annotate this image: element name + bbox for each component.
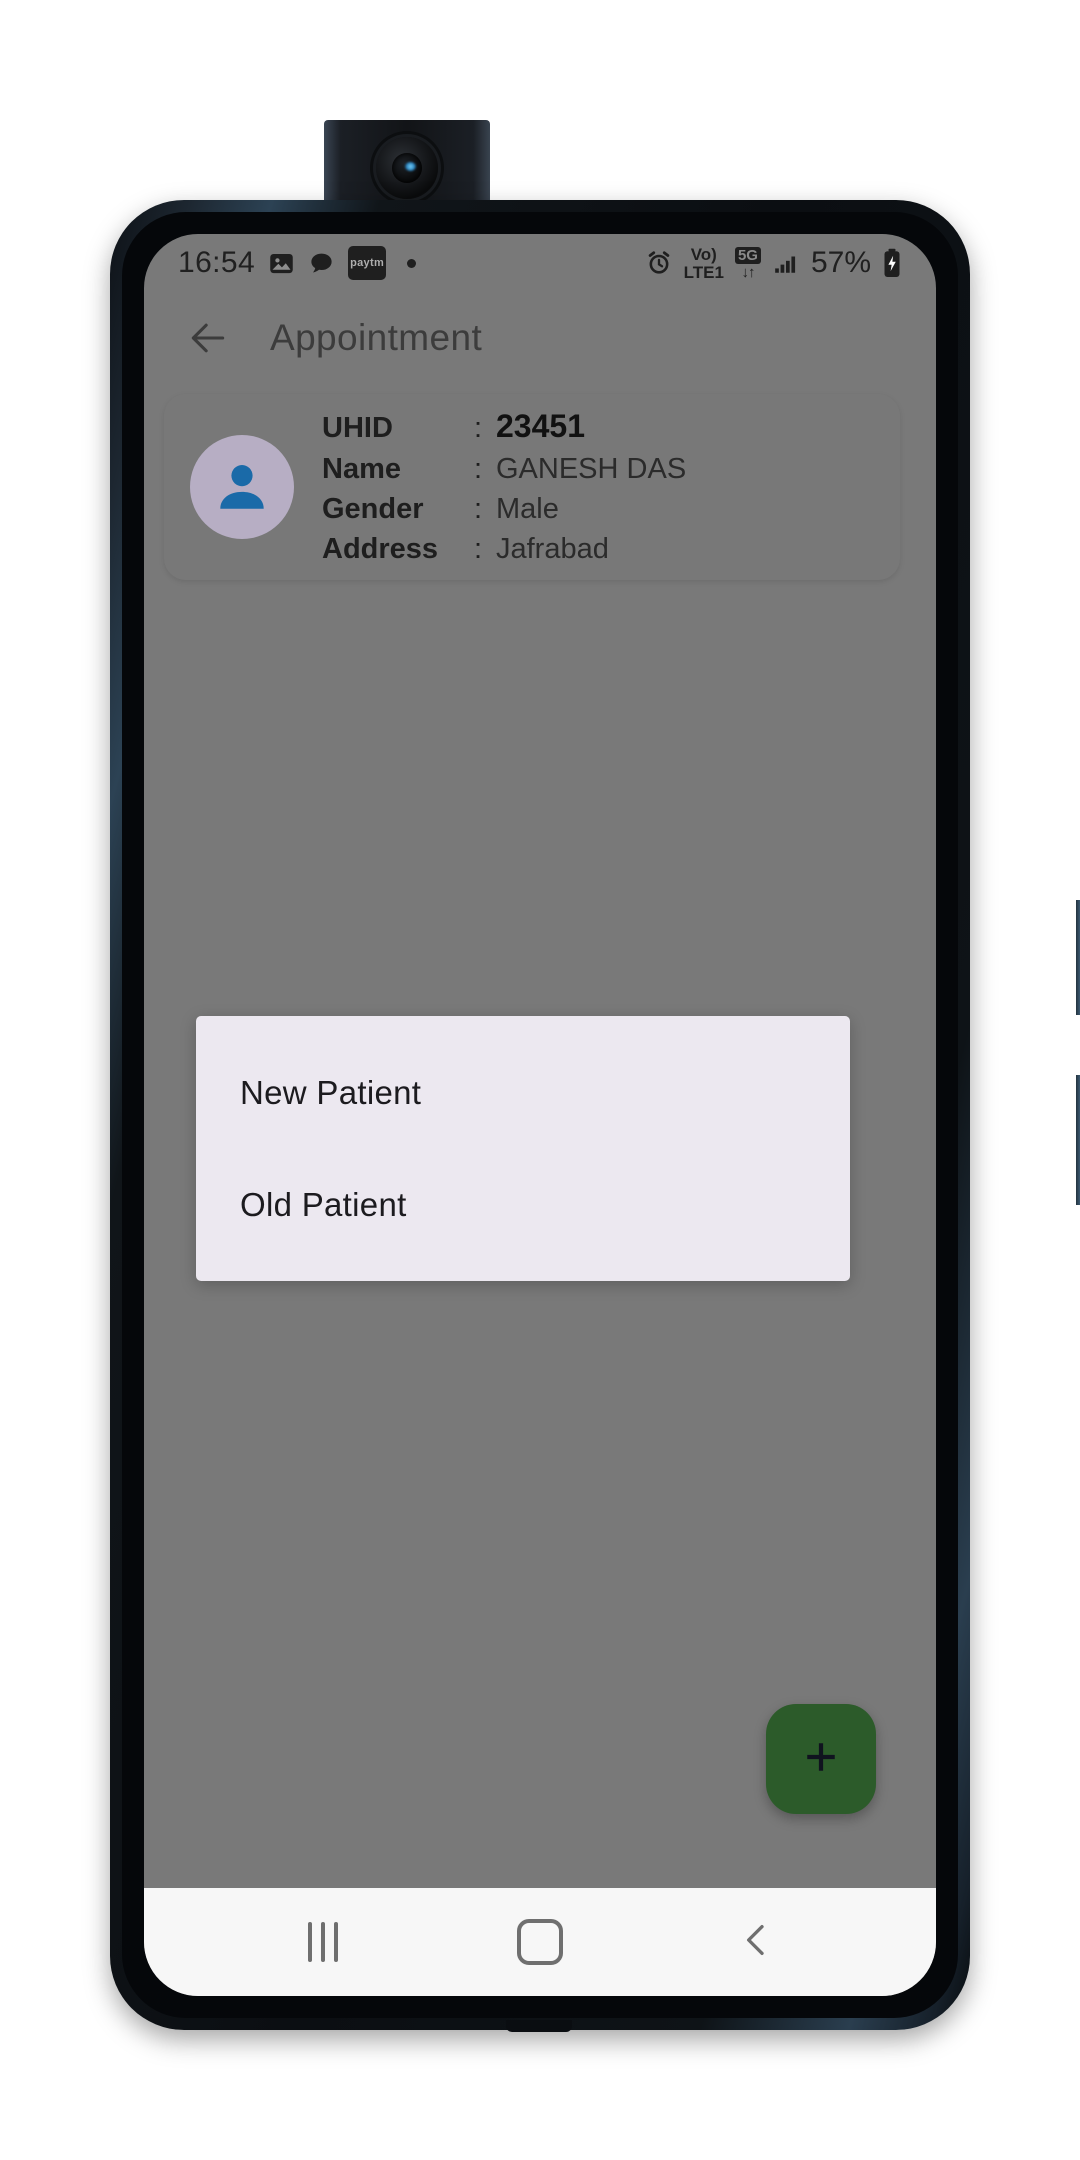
patient-field-gender: Gender : Male	[322, 490, 686, 528]
field-label-uhid: UHID	[322, 412, 393, 445]
power-button[interactable]	[1076, 900, 1080, 1015]
patient-type-dialog: New Patient Old Patient	[196, 1016, 850, 1281]
volume-button-right[interactable]	[1076, 1075, 1080, 1205]
app-bar: Appointment	[144, 292, 936, 384]
recents-icon	[307, 1922, 338, 1962]
volte-top-text: Vo)	[690, 244, 717, 264]
camera-lens-icon	[376, 136, 438, 199]
field-colon-name: :	[474, 452, 483, 485]
field-colon-address: :	[474, 533, 483, 566]
network-5g-indicator: 5G ↓↑	[734, 246, 761, 281]
field-value-name: GANESH DAS	[496, 452, 687, 485]
field-label-gender: Gender	[322, 493, 424, 525]
camera-lens-glint	[404, 161, 416, 171]
popup-camera-module	[324, 120, 490, 212]
field-label-address: Address	[322, 533, 439, 566]
field-value-gender: Male	[496, 493, 559, 525]
volte-indicator: Vo) LTE1	[684, 246, 724, 281]
system-back-button[interactable]	[712, 1905, 802, 1979]
patient-field-address: Address : Jafrabad	[322, 530, 686, 568]
field-colon-gender: :	[474, 493, 483, 525]
chevron-left-icon	[737, 1920, 777, 1965]
data-transfer-arrows-icon: ↓↑	[741, 263, 755, 281]
field-value-uhid: 23451	[496, 408, 585, 445]
page-title: Appointment	[270, 317, 483, 358]
field-label-name: Name	[322, 452, 401, 485]
dialog-option-old-patient[interactable]: Old Patient	[240, 1164, 806, 1246]
battery-charging-icon	[882, 248, 902, 278]
person-avatar-icon	[190, 435, 294, 539]
patient-field-name: Name : GANESH DAS	[322, 450, 686, 488]
plus-icon	[799, 1735, 843, 1784]
field-value-address: Jafrabad	[496, 533, 609, 566]
phone-bezel: 16:54 paytm Vo) LTE1 5G ↓↑ 57% Appointme…	[122, 212, 958, 2018]
phone-screen: 16:54 paytm Vo) LTE1 5G ↓↑ 57% Appointme…	[144, 234, 936, 1996]
home-icon	[516, 1919, 563, 1965]
status-clock: 16:54	[178, 246, 256, 279]
recents-button[interactable]	[278, 1905, 368, 1979]
phone-bottom-nub	[506, 2020, 572, 2032]
photos-icon	[268, 250, 295, 277]
back-arrow-icon[interactable]	[180, 310, 236, 366]
dialog-option-new-patient[interactable]: New Patient	[240, 1052, 806, 1134]
network-type-label: 5G	[734, 246, 761, 264]
volte-bottom-text: LTE1	[683, 262, 724, 282]
add-appointment-fab[interactable]	[766, 1704, 876, 1814]
field-colon-uhid: :	[474, 412, 483, 445]
status-bar: 16:54 paytm Vo) LTE1 5G ↓↑ 57%	[144, 234, 936, 292]
battery-percent-text: 57%	[810, 246, 871, 279]
paytm-icon: paytm	[348, 246, 387, 280]
signal-bars-icon	[772, 250, 800, 276]
patient-field-uhid: UHID : 23451	[322, 405, 686, 447]
phone-body: 16:54 paytm Vo) LTE1 5G ↓↑ 57% Appointme…	[110, 200, 1080, 2030]
status-bar-right-group: Vo) LTE1 5G ↓↑ 57%	[645, 246, 902, 281]
patient-info-card: UHID : 23451 Name : GANESH DAS Gender : …	[164, 394, 900, 580]
notification-dot-icon	[407, 258, 417, 268]
home-button[interactable]	[495, 1905, 585, 1979]
status-bar-left-group: 16:54 paytm	[178, 246, 645, 280]
alarm-clock-icon	[645, 249, 673, 277]
messages-icon	[308, 250, 335, 277]
patient-fields-list: UHID : 23451 Name : GANESH DAS Gender : …	[322, 405, 686, 568]
system-navigation-bar	[144, 1888, 936, 1996]
